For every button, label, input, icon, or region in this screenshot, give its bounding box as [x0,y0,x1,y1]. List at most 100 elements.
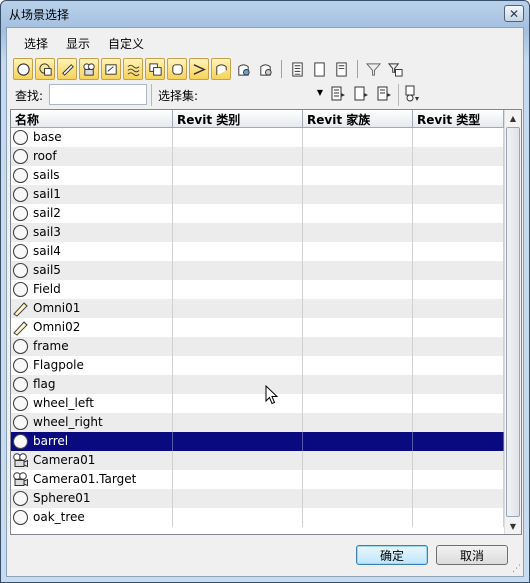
cancel-button[interactable]: 取消 [436,545,508,565]
display-bones-icon[interactable] [189,58,209,80]
cell-empty [413,508,504,527]
cell-empty [413,204,504,223]
select-invert-icon[interactable] [331,58,351,80]
scroll-down-icon[interactable]: ▼ [505,518,521,534]
list-item[interactable]: Field [11,280,504,299]
geometry-icon [12,129,29,146]
list-item[interactable]: base [11,128,504,147]
cell-empty [173,185,303,204]
selection-set-label: 选择集: [158,89,199,103]
list-item[interactable]: Camera01 [11,451,504,470]
menu-display[interactable]: 显示 [57,32,99,54]
cell-name: sail1 [11,185,173,204]
cell-empty [303,489,413,508]
sort-options-icon[interactable] [403,85,421,103]
list-item[interactable]: roof [11,147,504,166]
display-containers-icon[interactable] [211,58,231,80]
geometry-icon [12,243,29,260]
display-cameras-icon[interactable] [79,58,99,80]
cell-empty [413,280,504,299]
object-name: roof [33,149,57,163]
cell-empty [413,166,504,185]
display-frozen-icon[interactable] [233,58,253,80]
create-selection-set-icon[interactable] [329,85,347,103]
column-header-revit-category[interactable]: Revit 类别 [173,110,303,128]
cell-name: Sphere01 [11,489,173,508]
object-name: Omni02 [33,320,81,334]
camera-icon [13,472,28,487]
cell-name: wheel_right [11,413,173,432]
list-item[interactable]: Camera01.Target [11,470,504,489]
display-lights-icon[interactable] [57,58,77,80]
cell-empty [413,394,504,413]
resize-grip-icon[interactable]: ⋰ [512,564,521,574]
add-to-selection-set-icon[interactable] [352,85,370,103]
list-item[interactable]: sail1 [11,185,504,204]
object-name: Flagpole [33,358,84,372]
object-name: Omni01 [33,301,81,315]
geometry-icon [12,338,29,355]
close-button[interactable]: ✕ [504,5,524,22]
cell-name: sails [11,166,173,185]
list-item[interactable]: Omni02 [11,318,504,337]
list-item[interactable]: sail4 [11,242,504,261]
filter-icon[interactable] [363,58,383,80]
title-bar[interactable]: 从场景选择 ✕ [1,1,529,27]
cell-empty [303,356,413,375]
list-item[interactable]: sail5 [11,261,504,280]
menu-select[interactable]: 选择 [15,32,57,54]
close-icon: ✕ [508,6,520,21]
cell-empty [413,489,504,508]
column-header-revit-type[interactable]: Revit 类型 [413,110,504,128]
select-none-icon[interactable] [309,58,329,80]
list-item[interactable]: wheel_left [11,394,504,413]
cell-empty [173,280,303,299]
ok-button[interactable]: 确定 [356,545,428,565]
display-groups-icon[interactable] [145,58,165,80]
object-list[interactable]: 名称 Revit 类别 Revit 家族 Revit 类型 base roof sa… [10,109,522,535]
list-item[interactable]: frame [11,337,504,356]
column-header-name[interactable]: 名称 [11,110,173,128]
cell-empty [413,223,504,242]
list-item[interactable]: Flagpole [11,356,504,375]
remove-from-selection-set-icon[interactable] [375,85,393,103]
menu-bar: 选择 显示 自定义 [15,32,153,54]
cell-empty [413,242,504,261]
cell-empty [303,242,413,261]
object-name: flag [33,377,56,391]
filter-options-icon[interactable] [385,58,405,80]
cell-name: sail5 [11,261,173,280]
display-spacewarps-icon[interactable] [123,58,143,80]
list-item[interactable]: sails [11,166,504,185]
display-geometry-icon[interactable] [13,58,33,80]
list-item[interactable]: wheel_right [11,413,504,432]
display-shapes-icon[interactable] [35,58,55,80]
cell-empty [303,451,413,470]
cell-name: sail4 [11,242,173,261]
display-helpers-icon[interactable] [101,58,121,80]
find-input[interactable] [49,84,147,105]
scroll-up-icon[interactable]: ▲ [505,110,521,126]
list-item[interactable]: sail3 [11,223,504,242]
list-item[interactable]: Sphere01 [11,489,504,508]
geometry-icon [12,357,29,374]
scrollbar-thumb[interactable] [506,127,520,517]
cell-empty [173,432,303,451]
geometry-icon [12,414,29,431]
select-all-icon[interactable] [287,58,307,80]
column-header-revit-family[interactable]: Revit 家族 [303,110,413,128]
list-item[interactable]: sail2 [11,204,504,223]
list-item[interactable]: barrel [11,432,504,451]
list-item[interactable]: Omni01 [11,299,504,318]
list-item[interactable]: flag [11,375,504,394]
display-xrefs-icon[interactable] [167,58,187,80]
list-item[interactable]: oak_tree [11,508,504,527]
object-name: Camera01.Target [33,472,137,486]
vertical-scrollbar[interactable]: ▲ ▼ [504,110,521,534]
display-hidden-icon[interactable] [255,58,275,80]
selection-set-dropdown[interactable]: ▼ [205,84,325,105]
cell-name: Camera01 [11,451,173,470]
cell-empty [173,375,303,394]
cell-empty [173,166,303,185]
menu-customize[interactable]: 自定义 [99,32,153,54]
